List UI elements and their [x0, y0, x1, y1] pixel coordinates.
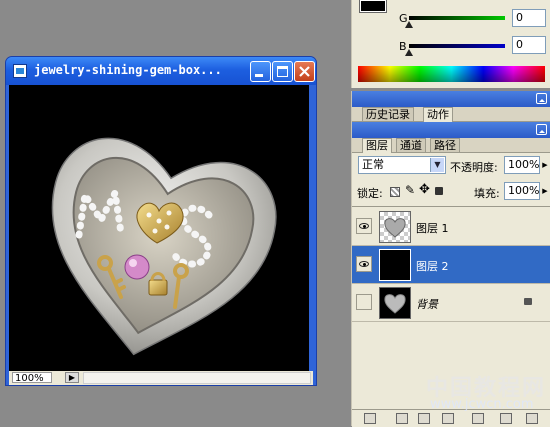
foreground-color-swatch[interactable]	[359, 0, 387, 13]
fill-label: 填充:	[474, 187, 500, 200]
document-status-bar: 100% ▶	[9, 371, 313, 385]
zoom-level-field[interactable]: 100%	[12, 372, 52, 384]
layer-style-icon[interactable]	[396, 413, 408, 424]
chevron-down-icon[interactable]: ▼	[430, 158, 444, 172]
new-group-icon[interactable]	[472, 413, 484, 424]
fill-field[interactable]: 100%	[504, 182, 540, 200]
link-icon[interactable]	[364, 413, 376, 424]
lock-label: 锁定:	[357, 187, 383, 200]
lock-transparent-pixels-icon[interactable]	[390, 187, 400, 197]
layer-thumbnail	[379, 211, 411, 243]
b-value-field[interactable]: 0	[512, 36, 546, 54]
collapse-icon[interactable]	[536, 124, 547, 135]
eye-icon	[359, 223, 369, 229]
history-panel-titlebar[interactable]	[352, 91, 550, 107]
layer-name[interactable]: 图层 1	[416, 220, 449, 236]
document-canvas[interactable]	[9, 85, 309, 371]
maximize-button[interactable]	[272, 61, 293, 82]
tab-paths[interactable]: 路径	[430, 138, 460, 152]
layer-row-layer1[interactable]: 图层 1	[352, 208, 550, 246]
b-slider-knob[interactable]	[405, 49, 413, 56]
opacity-dropdown-icon[interactable]: ▶	[540, 156, 550, 174]
collapse-icon[interactable]	[536, 93, 547, 104]
new-layer-icon[interactable]	[500, 413, 512, 424]
blend-mode-value: 正常	[362, 158, 384, 171]
close-button[interactable]	[294, 61, 315, 82]
blend-mode-select[interactable]: 正常 ▼	[358, 156, 446, 174]
g-slider-knob[interactable]	[405, 21, 413, 28]
status-menu-icon[interactable]: ▶	[65, 372, 79, 383]
mask-icon[interactable]	[418, 413, 430, 424]
lock-icon	[524, 298, 532, 305]
tab-channels[interactable]: 通道	[396, 138, 426, 152]
layers-list: 图层 1 图层 2 背景	[352, 206, 550, 326]
trash-icon[interactable]	[526, 413, 538, 424]
g-slider-track[interactable]	[409, 16, 505, 20]
document-titlebar[interactable]: jewelry-shining-gem-box...	[6, 57, 316, 85]
heart-thumbnail-icon	[384, 218, 406, 238]
layer-row-background[interactable]: 背景	[352, 284, 550, 322]
tab-actions[interactable]: 动作	[423, 107, 453, 122]
layer-row-layer2[interactable]: 图层 2	[352, 246, 550, 284]
layer-thumbnail	[379, 287, 411, 319]
tab-layers[interactable]: 图层	[362, 138, 392, 153]
opacity-label: 不透明度:	[450, 161, 498, 174]
g-value-field[interactable]: 0	[512, 9, 546, 27]
watermark-url: www.jcwcn.com	[430, 397, 534, 412]
layer-visibility-toggle[interactable]	[356, 218, 372, 234]
minimize-icon	[255, 74, 263, 77]
minimize-button[interactable]	[250, 61, 271, 82]
color-panel: G 0 B 0	[351, 0, 550, 88]
layer-visibility-toggle[interactable]	[356, 256, 372, 272]
color-spectrum-bar[interactable]	[358, 66, 545, 82]
document-window[interactable]: jewelry-shining-gem-box... 100% ▶	[5, 56, 317, 386]
layer-visibility-toggle[interactable]	[356, 294, 372, 310]
lock-all-icon[interactable]	[435, 187, 443, 195]
eye-icon	[359, 261, 369, 267]
maximize-icon	[277, 66, 288, 77]
photoshop-document-icon	[13, 64, 27, 78]
lock-image-pixels-icon[interactable]: ✎	[405, 183, 415, 197]
opacity-field[interactable]: 100%	[504, 156, 540, 174]
jewelry-heart-locket-image	[51, 137, 277, 356]
document-title: jewelry-shining-gem-box...	[34, 63, 222, 77]
close-icon	[299, 66, 310, 77]
horizontal-scrollbar[interactable]	[83, 372, 311, 384]
layer-name[interactable]: 背景	[416, 296, 438, 312]
layers-panel-titlebar[interactable]	[352, 122, 550, 138]
layer-thumbnail	[379, 249, 411, 281]
adjustment-layer-icon[interactable]	[442, 413, 454, 424]
heart-thumbnail-icon	[384, 294, 406, 314]
b-slider-track[interactable]	[409, 44, 505, 48]
layer-name[interactable]: 图层 2	[416, 258, 449, 274]
layers-tabs: 图层 通道 路径	[352, 138, 550, 153]
history-tabs: 历史记录 动作	[352, 107, 550, 122]
tab-history[interactable]: 历史记录	[362, 107, 414, 121]
lock-position-icon[interactable]: ✥	[419, 182, 430, 197]
fill-dropdown-icon[interactable]: ▶	[540, 182, 550, 200]
